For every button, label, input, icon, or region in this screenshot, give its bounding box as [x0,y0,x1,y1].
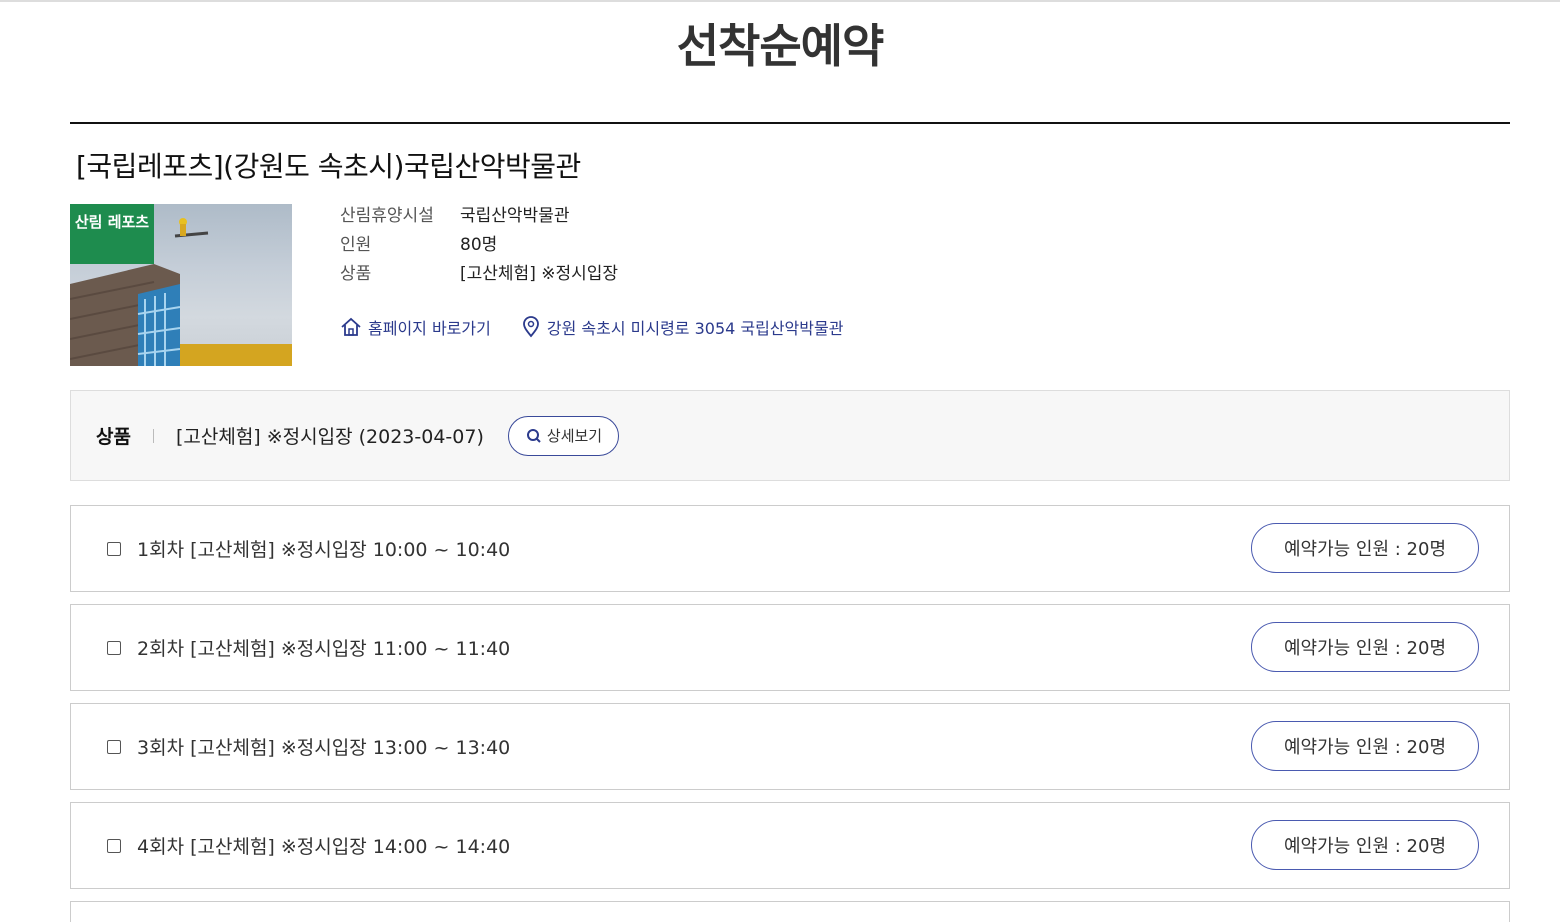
availability-badge: 예약가능 인원 : 20명 [1251,523,1479,573]
info-value: 국립산악박물관 [460,206,570,226]
separator [152,428,154,443]
session-row[interactable]: 4회차 [고산체험] ※정시입장 14:00 ~ 14:40 예약가능 인원 :… [70,802,1510,889]
homepage-link[interactable]: 홈페이지 바로가기 [340,315,491,339]
session-row[interactable]: 1회차 [고산체험] ※정시입장 10:00 ~ 10:40 예약가능 인원 :… [70,505,1510,592]
top-border [0,0,1560,2]
availability-badge: 예약가능 인원 : 20명 [1251,820,1479,870]
info-row-product: 상품 [고산체험] ※정시입장 [340,262,618,291]
availability-badge: 예약가능 인원 : 20명 [1251,622,1479,672]
title-divider [70,122,1510,124]
info-label: 인원 [340,235,372,255]
info-value: [고산체험] ※정시입장 [460,264,619,284]
product-summary: 상품 [고산체험] ※정시입장 (2023-04-07) 상세보기 [70,390,1510,481]
detail-button-label: 상세보기 [546,427,603,445]
facility-links: 홈페이지 바로가기 강원 속초시 미시령로 3054 국립산악박물관 [340,315,873,339]
info-row-capacity: 인원 80명 [340,233,618,262]
session-checkbox[interactable] [107,838,121,853]
availability-badge: 예약가능 인원 : 20명 [1251,721,1479,771]
category-badge: 산림 레포츠 [70,204,154,264]
address-label: 강원 속초시 미시령로 3054 국립산악박물관 [546,319,844,338]
info-row-facility: 산림휴양시설 국립산악박물관 [340,204,618,233]
search-icon [526,428,541,443]
session-checkbox[interactable] [107,739,121,754]
session-label: 3회차 [고산체험] ※정시입장 13:00 ~ 13:40 [137,737,511,759]
info-value: 80명 [460,235,498,255]
session-label: 2회차 [고산체험] ※정시입장 11:00 ~ 11:40 [137,638,511,660]
session-label: 1회차 [고산체험] ※정시입장 10:00 ~ 10:40 [137,539,511,561]
address-link[interactable]: 강원 속초시 미시령로 3054 국립산악박물관 [521,315,844,339]
session-checkbox[interactable] [107,541,121,556]
session-checkbox[interactable] [107,640,121,655]
info-label: 상품 [340,264,372,284]
product-value: [고산체험] ※정시입장 (2023-04-07) [175,426,484,448]
info-label: 산림휴양시설 [340,206,434,226]
facility-title: [국립레포츠](강원도 속초시)국립산악박물관 [76,150,581,183]
location-pin-icon [522,316,539,338]
product-label: 상품 [96,426,131,448]
facility-image: 산림 레포츠 [70,204,292,366]
home-icon [341,317,361,336]
session-row[interactable]: 2회차 [고산체험] ※정시입장 11:00 ~ 11:40 예약가능 인원 :… [70,604,1510,691]
detail-button[interactable]: 상세보기 [507,415,620,456]
session-row[interactable]: 3회차 [고산체험] ※정시입장 13:00 ~ 13:40 예약가능 인원 :… [70,703,1510,790]
facility-info: 산림휴양시설 국립산악박물관 인원 80명 상품 [고산체험] ※정시입장 [340,204,618,291]
session-label: 4회차 [고산체험] ※정시입장 14:00 ~ 14:40 [137,836,511,858]
page-title: 선착순예약 [676,19,885,73]
homepage-link-label: 홈페이지 바로가기 [368,319,491,338]
